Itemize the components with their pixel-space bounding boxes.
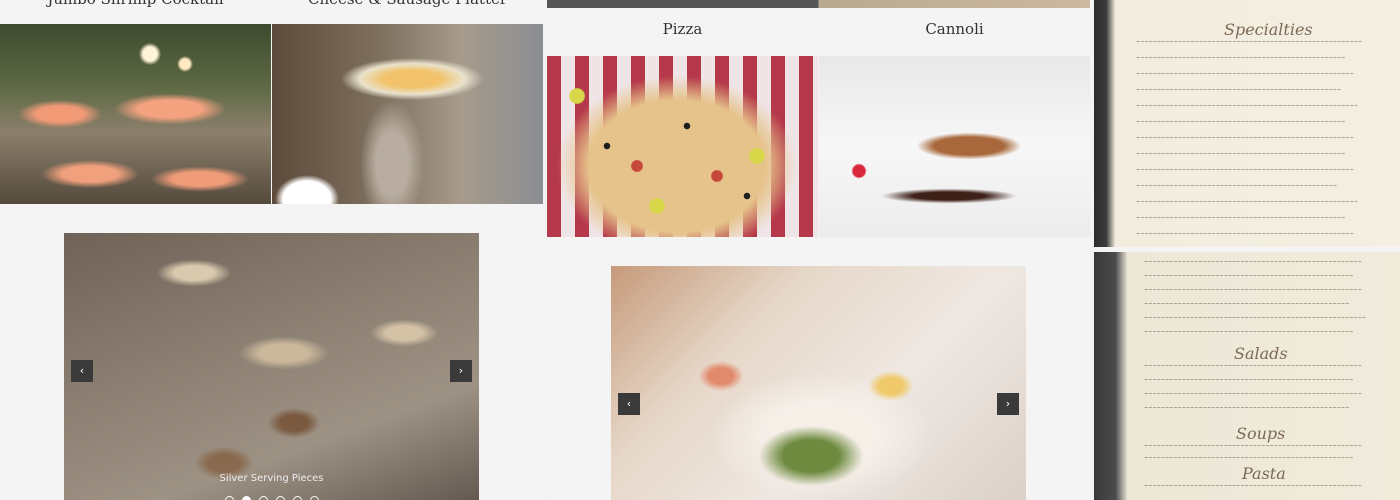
carousel-dot-3[interactable] (258, 496, 268, 500)
menu-heading-specialties: Specialties (1224, 20, 1313, 39)
menu-line: ~~~~~~~~~~~~~~~~~~~~~~~~~~~~~~~~~~~~~~~~… (1136, 168, 1354, 173)
menu-line: ~~~~~~~~~~~~~~~~~~~~~~~~~~~~~~~~~~~~~~~~… (1144, 288, 1362, 293)
menu-line: ~~~~~~~~~~~~~~~~~~~~~~~~~~~~~~~~~~~~~~~~… (1136, 120, 1346, 125)
menu-line: ~~~~~~~~~~~~~~~~~~~~~~~~~~~~~~~~~~~~~~~~… (1144, 444, 1362, 449)
gallery-column-3: Specialties ~~~~~~~~~~~~~~~~~~~~~~~~~~~~… (1094, 0, 1400, 500)
photo-cheese-platter[interactable] (272, 24, 543, 204)
menu-line: ~~~~~~~~~~~~~~~~~~~~~~~~~~~~~~~~~~~~~~~~… (1144, 456, 1354, 461)
menu-line: ~~~~~~~~~~~~~~~~~~~~~~~~~~~~~~~~~~~~~~~~… (1144, 274, 1354, 279)
carousel-prev-button[interactable]: ‹ (71, 360, 93, 382)
caption-pizza: Pizza (662, 20, 703, 38)
carousel-dot-4[interactable] (275, 496, 285, 500)
menu-line: ~~~~~~~~~~~~~~~~~~~~~~~~~~~~~~~~~~~~~~~~… (1136, 40, 1363, 45)
menu-line: ~~~~~~~~~~~~~~~~~~~~~~~~~~~~~~~~~~~~~~~~… (1144, 378, 1354, 383)
photo-menu-specialties[interactable]: Specialties ~~~~~~~~~~~~~~~~~~~~~~~~~~~~… (1094, 0, 1400, 247)
photo-shrimp-cocktail[interactable] (0, 24, 271, 204)
carousel-next-button[interactable]: › (997, 393, 1019, 415)
menu-line: ~~~~~~~~~~~~~~~~~~~~~~~~~~~~~~~~~~~~~~~~… (1144, 406, 1350, 411)
menu-line: ~~~~~~~~~~~~~~~~~~~~~~~~~~~~~~~~~~~~~~~~… (1136, 136, 1354, 141)
menu-line: ~~~~~~~~~~~~~~~~~~~~~~~~~~~~~~~~~~~~~~~~… (1144, 330, 1354, 335)
menu-heading-salads: Salads (1234, 344, 1288, 363)
carousel-entrees: ‹ › (611, 266, 1026, 500)
carousel-caption: Silver Serving Pieces (219, 473, 324, 484)
photo-menu-salads-soups[interactable]: ~~~~~~~~~~~~~~~~~~~~~~~~~~~~~~~~~~~~~~~~… (1094, 252, 1400, 500)
menu-line: ~~~~~~~~~~~~~~~~~~~~~~~~~~~~~~~~~~~~~~~~… (1144, 302, 1350, 307)
menu-line: ~~~~~~~~~~~~~~~~~~~~~~~~~~~~~~~~~~~~~~~~… (1144, 392, 1362, 397)
carousel-prev-button[interactable]: ‹ (618, 393, 640, 415)
caption-cannoli: Cannoli (925, 20, 984, 38)
menu-line: ~~~~~~~~~~~~~~~~~~~~~~~~~~~~~~~~~~~~~~~~… (1136, 216, 1346, 221)
carousel-serving-pieces: ‹ › Silver Serving Pieces (64, 233, 479, 500)
photo-pizza[interactable] (547, 56, 818, 237)
carousel-indicators (64, 492, 479, 500)
carousel-dot-1[interactable] (224, 496, 234, 500)
menu-heading-soups: Soups (1236, 424, 1286, 443)
caption-shrimp: Jumbo Shrimp Cocktail (0, 0, 271, 12)
photo-cannoli[interactable] (819, 56, 1090, 237)
photo-strip-top (547, 0, 1090, 8)
menu-heading-pasta: Pasta (1242, 464, 1286, 483)
carousel-dot-2[interactable] (241, 496, 251, 500)
menu-line: ~~~~~~~~~~~~~~~~~~~~~~~~~~~~~~~~~~~~~~~~… (1136, 104, 1359, 109)
carousel-next-button[interactable]: › (450, 360, 472, 382)
menu-line: ~~~~~~~~~~~~~~~~~~~~~~~~~~~~~~~~~~~~~~~~… (1136, 152, 1346, 157)
menu-line: ~~~~~~~~~~~~~~~~~~~~~~~~~~~~~~~~~~~~~~~~… (1136, 72, 1354, 77)
menu-line: ~~~~~~~~~~~~~~~~~~~~~~~~~~~~~~~~~~~~~~~~… (1136, 56, 1346, 61)
menu-line: ~~~~~~~~~~~~~~~~~~~~~~~~~~~~~~~~~~~~~~~~… (1144, 364, 1362, 369)
gallery-column-2: Pizza Cannoli ‹ › (547, 0, 1090, 500)
menu-line: ~~~~~~~~~~~~~~~~~~~~~~~~~~~~~~~~~~~~~~~~… (1144, 260, 1362, 265)
carousel-dot-5[interactable] (292, 496, 302, 500)
menu-line: ~~~~~~~~~~~~~~~~~~~~~~~~~~~~~~~~~~~~~~~~… (1136, 88, 1342, 93)
caption-cheese: Cheese & Sausage Platter (272, 0, 543, 12)
menu-line: ~~~~~~~~~~~~~~~~~~~~~~~~~~~~~~~~~~~~~~~~… (1136, 200, 1359, 205)
menu-line: ~~~~~~~~~~~~~~~~~~~~~~~~~~~~~~~~~~~~~~~~… (1144, 484, 1362, 489)
menu-line: ~~~~~~~~~~~~~~~~~~~~~~~~~~~~~~~~~~~~~~~~… (1136, 184, 1338, 189)
menu-line: ~~~~~~~~~~~~~~~~~~~~~~~~~~~~~~~~~~~~~~~~… (1144, 316, 1367, 321)
gallery-column-1: Jumbo Shrimp Cocktail Cheese & Sausage P… (0, 0, 543, 500)
carousel-dot-6[interactable] (309, 496, 319, 500)
menu-line: ~~~~~~~~~~~~~~~~~~~~~~~~~~~~~~~~~~~~~~~~… (1136, 232, 1354, 237)
